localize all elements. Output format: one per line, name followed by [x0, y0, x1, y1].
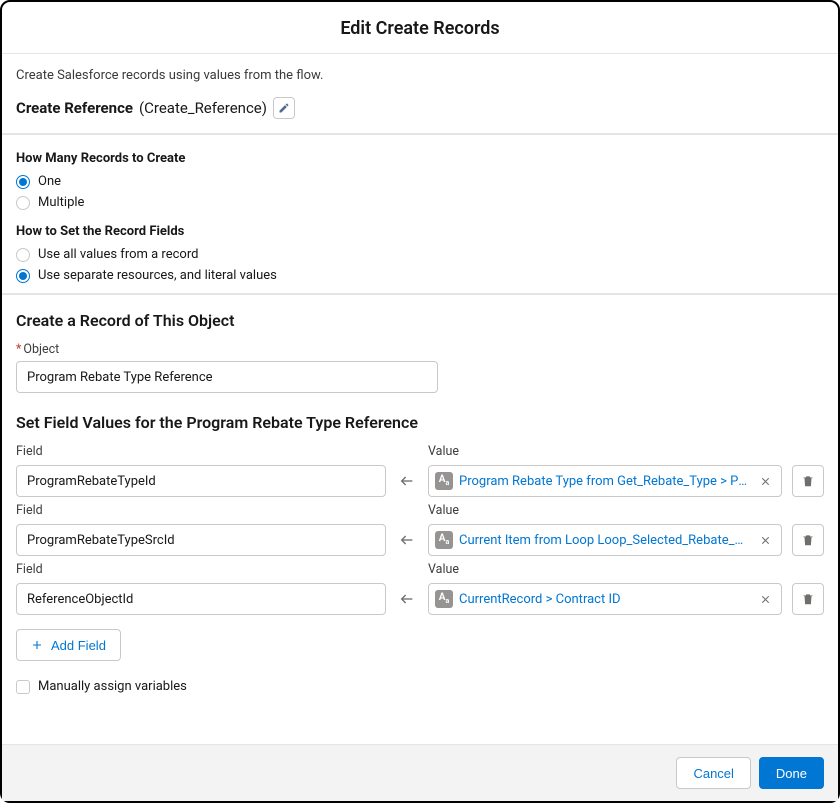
field-picker[interactable]: ProgramRebateTypeSrcId [16, 524, 386, 556]
how-many-block: How Many Records to Create One Multiple [16, 151, 824, 210]
radio-label-one: One [38, 174, 61, 189]
radio-use-record[interactable]: Use all values from a record [16, 247, 824, 262]
clear-value-button[interactable] [755, 471, 775, 491]
text-type-icon: Aa [435, 531, 453, 549]
intro-block: Create Salesforce records using values f… [2, 54, 838, 133]
manually-assign-label: Manually assign variables [38, 679, 187, 694]
text-type-icon: Aa [435, 472, 453, 490]
intro-description: Create Salesforce records using values f… [16, 68, 824, 83]
modal-footer: Cancel Done [2, 744, 838, 801]
object-section: Create a Record of This Object *Object P… [2, 295, 838, 704]
value-picker[interactable]: Aa Current Item from Loop Loop_Selected_… [428, 524, 782, 556]
radio-multiple[interactable]: Multiple [16, 195, 824, 210]
add-field-label: Add Field [51, 638, 106, 653]
config-section: How Many Records to Create One Multiple … [2, 135, 838, 293]
mapping-row: Field Value ProgramRebateTypeSrcId Aa Cu… [16, 503, 824, 556]
value-header: Value [428, 562, 782, 577]
radio-one[interactable]: One [16, 174, 824, 189]
radio-icon [16, 196, 30, 210]
add-field-button[interactable]: Add Field [16, 629, 121, 661]
how-set-question: How to Set the Record Fields [16, 224, 824, 239]
radio-icon [16, 269, 30, 283]
trash-icon [801, 474, 815, 488]
radio-separate[interactable]: Use separate resources, and literal valu… [16, 268, 824, 283]
value-text: CurrentRecord > Contract ID [459, 592, 749, 607]
manually-assign-row[interactable]: Manually assign variables [16, 679, 824, 694]
value-text: Program Rebate Type from Get_Rebate_Type… [459, 474, 749, 489]
value-picker[interactable]: Aa CurrentRecord > Contract ID [428, 583, 782, 615]
done-button[interactable]: Done [759, 757, 824, 789]
element-name: Create Reference [16, 99, 133, 117]
cancel-button[interactable]: Cancel [676, 757, 750, 789]
trash-icon [801, 592, 815, 606]
arrow-left-icon [396, 591, 418, 607]
field-picker[interactable]: ReferenceObjectId [16, 583, 386, 615]
radio-icon [16, 175, 30, 189]
delete-row-button[interactable] [792, 524, 824, 556]
value-header: Value [428, 444, 782, 459]
value-text: Current Item from Loop Loop_Selected_Reb… [459, 533, 749, 548]
value-header: Value [428, 503, 782, 518]
how-set-block: How to Set the Record Fields Use all val… [16, 224, 824, 283]
clear-value-button[interactable] [755, 530, 775, 550]
field-header: Field [16, 562, 386, 577]
object-section-title: Create a Record of This Object [16, 311, 824, 330]
arrow-left-icon [396, 473, 418, 489]
edit-name-button[interactable] [273, 97, 295, 119]
modal-title: Edit Create Records [2, 18, 838, 39]
delete-row-button[interactable] [792, 583, 824, 615]
radio-label-separate: Use separate resources, and literal valu… [38, 268, 277, 283]
modal-header: Edit Create Records [2, 2, 838, 54]
object-label: *Object [16, 342, 824, 357]
radio-icon [16, 248, 30, 262]
text-type-icon: Aa [435, 590, 453, 608]
how-many-question: How Many Records to Create [16, 151, 824, 166]
radio-label-multiple: Multiple [38, 195, 84, 210]
object-value: Program Rebate Type Reference [27, 370, 213, 385]
element-api-name: (Create_Reference) [139, 99, 267, 117]
clear-value-button[interactable] [755, 589, 775, 609]
delete-row-button[interactable] [792, 465, 824, 497]
radio-label-use-record: Use all values from a record [38, 247, 198, 262]
set-fields-title: Set Field Values for the Program Rebate … [16, 413, 824, 432]
trash-icon [801, 533, 815, 547]
field-header: Field [16, 444, 386, 459]
pencil-icon [278, 102, 290, 114]
mapping-row: Field Value ProgramRebateTypeId Aa Progr… [16, 444, 824, 497]
plus-icon [31, 639, 43, 651]
field-header: Field [16, 503, 386, 518]
checkbox-icon [16, 680, 30, 694]
object-lookup[interactable]: Program Rebate Type Reference [16, 361, 438, 393]
value-picker[interactable]: Aa Program Rebate Type from Get_Rebate_T… [428, 465, 782, 497]
element-name-row: Create Reference (Create_Reference) [16, 97, 824, 119]
arrow-left-icon [396, 532, 418, 548]
field-picker[interactable]: ProgramRebateTypeId [16, 465, 386, 497]
mapping-row: Field Value ReferenceObjectId Aa Current… [16, 562, 824, 615]
